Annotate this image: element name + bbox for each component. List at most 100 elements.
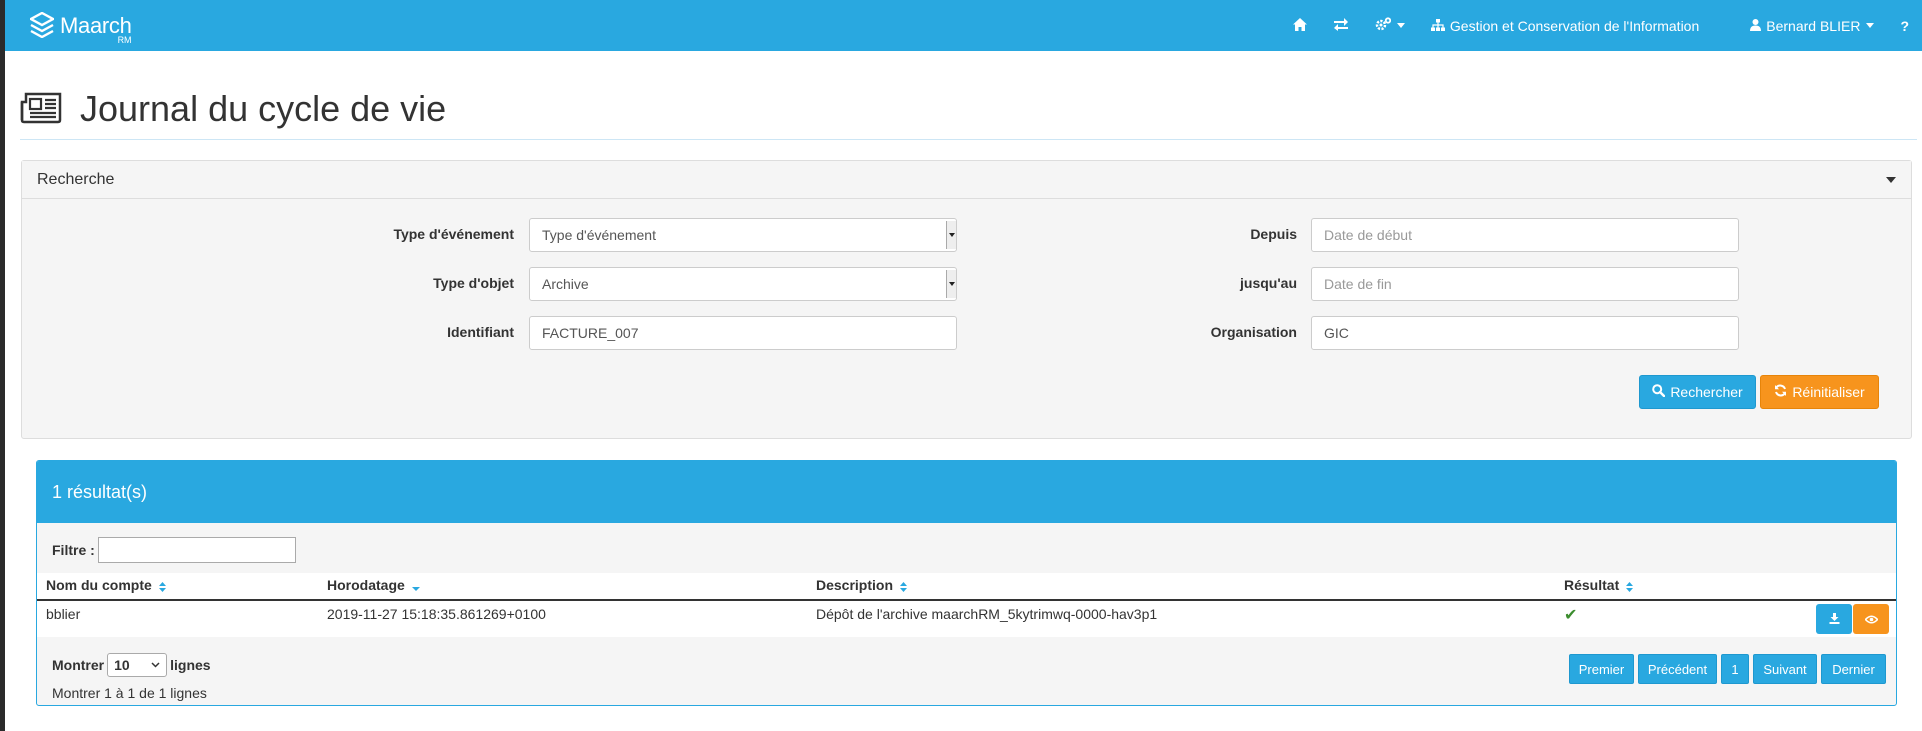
- help-label: ?: [1900, 17, 1909, 34]
- user-menu[interactable]: Bernard BLIER: [1737, 0, 1887, 51]
- cell-result: ✔: [1555, 600, 1755, 637]
- column-header-description[interactable]: Description: [807, 573, 1555, 601]
- column-header-label: Nom du compte: [46, 577, 152, 594]
- event-type-label: Type d'événement: [393, 226, 514, 242]
- chevron-down-icon: [151, 662, 160, 668]
- start-date-input[interactable]: Date de début: [1311, 218, 1739, 252]
- organization-label: Gestion et Conservation de l'Information: [1449, 17, 1700, 34]
- organization-menu[interactable]: Gestion et Conservation de l'Information: [1418, 0, 1712, 51]
- maarch-logo-icon: [28, 11, 56, 41]
- page-title: Journal du cycle de vie: [80, 88, 447, 129]
- results-header: 1 résultat(s): [37, 461, 1896, 523]
- brand-link[interactable]: Maarch RM: [28, 10, 132, 45]
- column-header-label: Horodatage: [327, 577, 405, 594]
- search-button[interactable]: Rechercher: [1639, 375, 1756, 409]
- pagination-current[interactable]: 1: [1721, 654, 1749, 684]
- column-header-result[interactable]: Résultat: [1555, 573, 1755, 601]
- sort-icon: [899, 579, 907, 595]
- search-panel-header[interactable]: Recherche: [22, 161, 1911, 199]
- table-header-row: Nom du compte Horodatage Description Rés…: [37, 573, 1896, 601]
- sort-desc-icon: [411, 579, 420, 595]
- download-button[interactable]: [1816, 604, 1852, 634]
- column-header-actions: [1755, 573, 1896, 601]
- object-type-select[interactable]: Archive: [529, 267, 957, 301]
- app-window: Maarch RM Gestion et Conservation de l'I…: [5, 0, 1922, 731]
- search-button-label: Rechercher: [1670, 384, 1743, 400]
- event-type-select[interactable]: Type d'événement: [529, 218, 957, 252]
- cell-timestamp: 2019-11-27 15:18:35.861269+0100: [327, 606, 546, 622]
- sitemap-icon: [1430, 18, 1445, 34]
- top-navbar: Maarch RM Gestion et Conservation de l'I…: [5, 0, 1922, 51]
- eye-icon: [1863, 611, 1879, 627]
- organization-label: Organisation: [1210, 324, 1297, 340]
- pagination-first[interactable]: Premier: [1569, 654, 1634, 684]
- sort-icon: [158, 579, 166, 595]
- help-button[interactable]: ?: [1887, 0, 1922, 51]
- organization-input[interactable]: GIC: [1311, 316, 1739, 350]
- pagination-next[interactable]: Suivant: [1753, 654, 1817, 684]
- exchange-button[interactable]: [1320, 0, 1362, 51]
- home-button[interactable]: [1280, 0, 1320, 51]
- event-type-value: Type d'événement: [542, 227, 656, 243]
- search-panel-title: Recherche: [37, 170, 115, 188]
- user-name: Bernard BLIER: [1766, 17, 1861, 34]
- results-table: Nom du compte Horodatage Description Rés…: [37, 573, 1896, 637]
- newspaper-icon: [20, 92, 62, 127]
- search-panel: Recherche Type d'événement Type d'événem…: [21, 160, 1912, 439]
- select-arrow-icon: [946, 270, 956, 298]
- results-count: 1 résultat(s): [52, 481, 148, 502]
- object-type-label: Type d'objet: [433, 275, 514, 291]
- brand-text: Maarch RM: [60, 13, 132, 45]
- pagination-previous[interactable]: Précédent: [1638, 654, 1717, 684]
- end-date-input[interactable]: Date de fin: [1311, 267, 1739, 301]
- refresh-icon: [1774, 384, 1787, 400]
- organization-value: GIC: [1324, 325, 1349, 341]
- sort-icon: [1626, 579, 1634, 595]
- filter-label: Filtre :: [52, 542, 95, 558]
- table-row: bblier 2019-11-27 15:18:35.861269+0100 D…: [37, 600, 1896, 637]
- column-header-account[interactable]: Nom du compte: [37, 573, 318, 601]
- table-footer-info: Montrer 10 lignes Montrer 1 à 1 de 1 lig…: [52, 653, 211, 701]
- search-icon: [1652, 384, 1666, 400]
- home-icon: [1292, 17, 1307, 34]
- column-header-label: Résultat: [1564, 577, 1620, 594]
- admin-menu[interactable]: [1362, 0, 1418, 51]
- end-date-placeholder: Date de fin: [1324, 276, 1392, 292]
- check-icon: ✔: [1564, 607, 1578, 624]
- column-header-label: Description: [816, 577, 894, 594]
- show-label: Montrer: [52, 657, 105, 673]
- cell-account: bblier: [46, 606, 81, 622]
- exchange-icon: [1333, 17, 1349, 34]
- identifier-value: FACTURE_007: [542, 325, 639, 341]
- download-icon: [1829, 611, 1840, 627]
- pagination-last[interactable]: Dernier: [1821, 654, 1886, 684]
- reset-button[interactable]: Réinitialiser: [1760, 375, 1879, 409]
- view-button[interactable]: [1853, 604, 1889, 634]
- filter-row: Filtre :: [52, 537, 296, 563]
- chevron-down-icon: [1396, 23, 1405, 28]
- filter-input[interactable]: [97, 537, 296, 563]
- collapse-caret-icon[interactable]: [1886, 176, 1896, 183]
- navbar-right: Gestion et Conservation de l'Information…: [1280, 0, 1922, 51]
- cell-actions: [1755, 600, 1896, 637]
- reset-button-label: Réinitialiser: [1792, 384, 1865, 400]
- start-date-placeholder: Date de début: [1324, 227, 1412, 243]
- page-length-value: 10: [114, 657, 130, 673]
- until-label: jusqu'au: [1240, 275, 1297, 291]
- user-icon: [1750, 18, 1762, 34]
- pagination-info: Montrer 1 à 1 de 1 lignes: [52, 685, 207, 701]
- select-arrow-icon: [946, 221, 956, 249]
- cogs-icon: [1375, 17, 1391, 34]
- cell-description: Dépôt de l'archive maarchRM_5kytrimwq-00…: [816, 606, 1158, 622]
- chevron-down-icon: [1866, 23, 1875, 28]
- page-length-select[interactable]: 10: [107, 653, 168, 677]
- identifier-input[interactable]: FACTURE_007: [529, 316, 957, 350]
- identifier-label: Identifiant: [447, 324, 514, 340]
- results-panel: 1 résultat(s) Filtre : Nom du compte Hor…: [36, 460, 1897, 706]
- lines-label: lignes: [170, 657, 211, 673]
- brand-sub: RM: [117, 35, 132, 45]
- page-header: Journal du cycle de vie: [20, 88, 1917, 140]
- since-label: Depuis: [1250, 226, 1297, 242]
- column-header-timestamp[interactable]: Horodatage: [318, 573, 807, 601]
- object-type-value: Archive: [542, 276, 589, 292]
